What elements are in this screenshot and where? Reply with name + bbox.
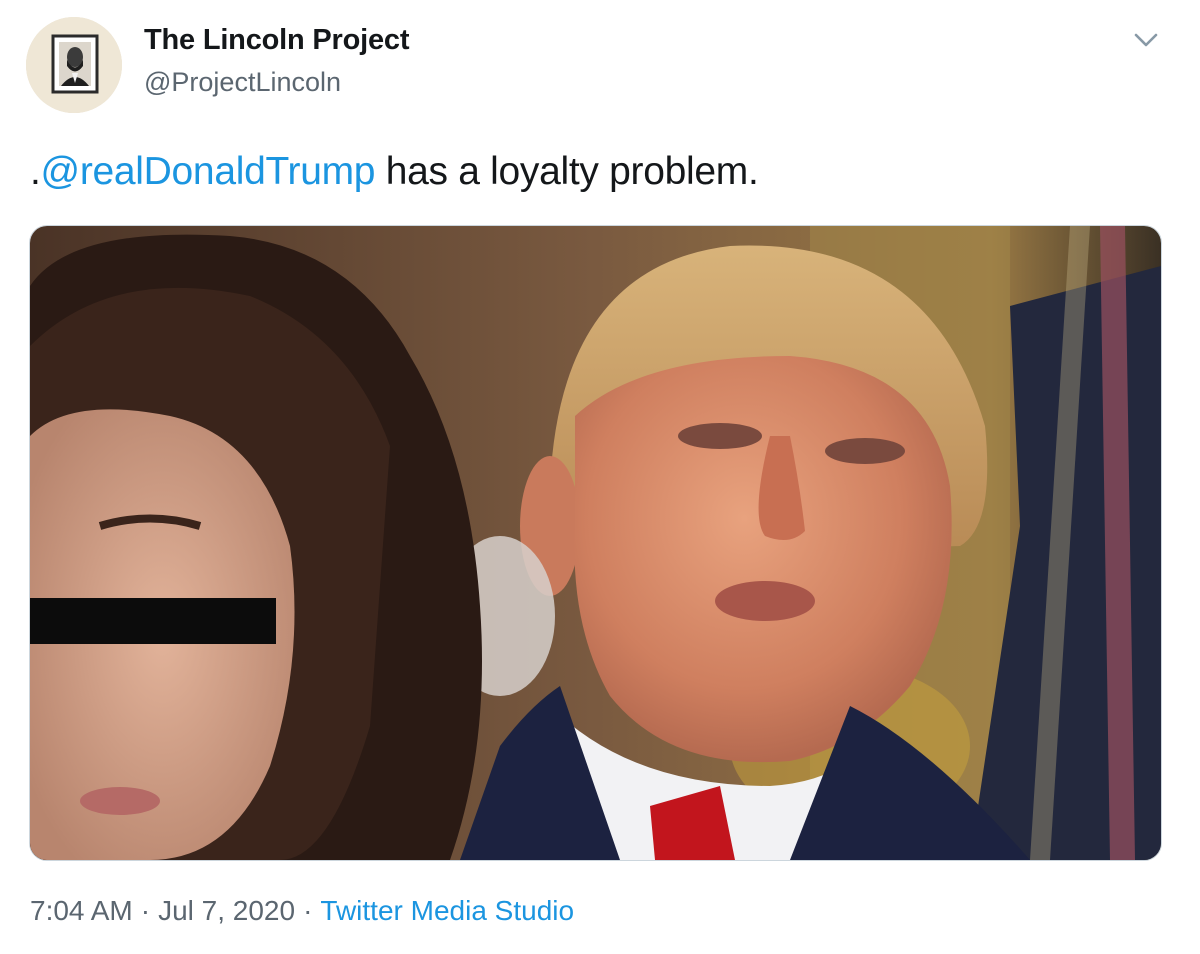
lincoln-portrait-icon: [26, 17, 122, 113]
chevron-down-icon: [1134, 33, 1158, 47]
tweet-meta: 7:04 AM · Jul 7, 2020 · Twitter Media Studio: [30, 895, 574, 927]
avatar[interactable]: [26, 17, 122, 113]
mention-link[interactable]: @realDonaldTrump: [41, 150, 376, 193]
media-photo[interactable]: [29, 225, 1162, 861]
tweet-text: .@realDonaldTrump has a loyalty problem.: [30, 150, 759, 194]
more-options-button[interactable]: [1128, 28, 1164, 52]
tweet-date[interactable]: Jul 7, 2020: [158, 895, 295, 926]
author-name[interactable]: The Lincoln Project: [144, 24, 409, 57]
tweet-text-prefix: .: [30, 150, 41, 193]
meta-separator: ·: [140, 895, 151, 926]
author-handle[interactable]: @ProjectLincoln: [144, 67, 341, 98]
meta-separator: ·: [303, 895, 313, 926]
tweet-text-body: has a loyalty problem.: [375, 150, 759, 193]
tweet-source-link[interactable]: Twitter Media Studio: [320, 895, 574, 926]
tweet-time[interactable]: 7:04 AM: [30, 895, 133, 926]
